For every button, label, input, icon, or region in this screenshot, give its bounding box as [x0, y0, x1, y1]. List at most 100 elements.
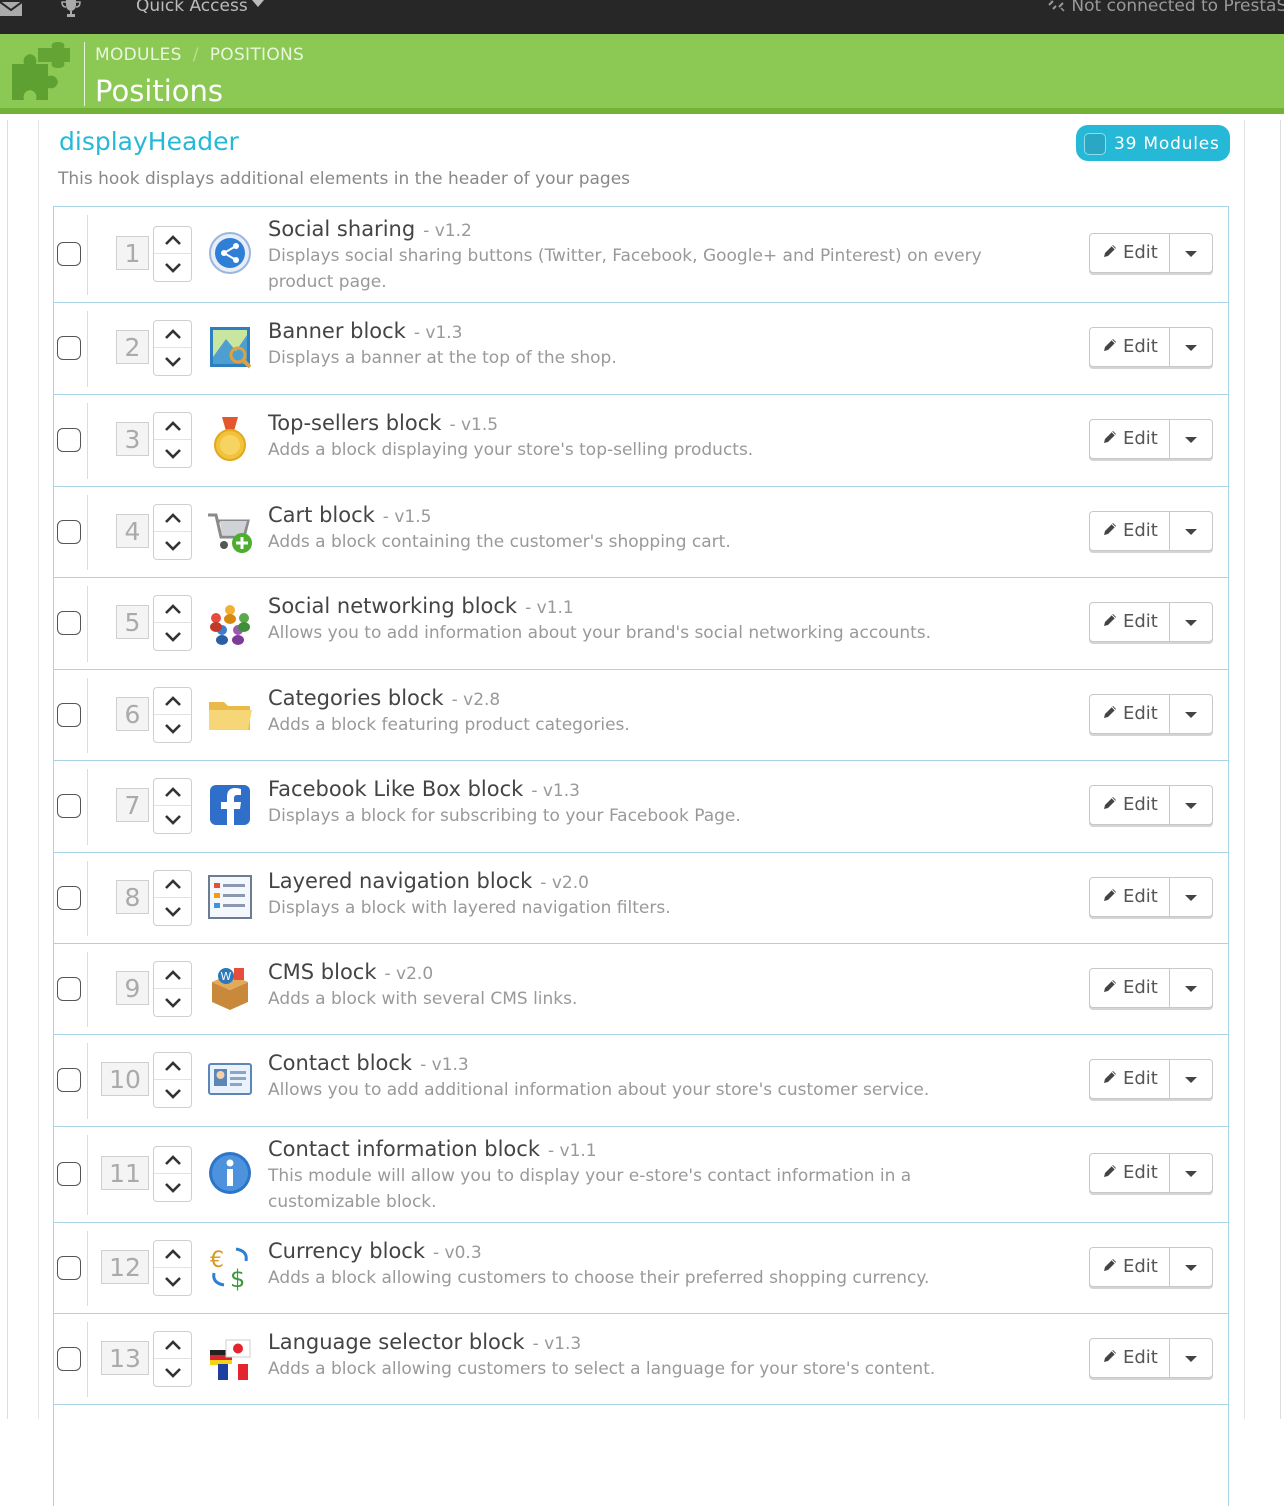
- module-actions: Edit: [1089, 1059, 1213, 1099]
- move-down-button[interactable]: [154, 1174, 191, 1201]
- move-up-button[interactable]: [154, 1053, 191, 1080]
- mail-icon[interactable]: [0, 2, 22, 16]
- select-all-checkbox[interactable]: [1084, 133, 1106, 155]
- move-down-button[interactable]: [154, 1268, 191, 1295]
- move-up-button[interactable]: [154, 962, 191, 989]
- trophy-icon[interactable]: [61, 0, 81, 18]
- edit-button[interactable]: Edit: [1090, 603, 1170, 641]
- module-checkbox[interactable]: [57, 1162, 81, 1186]
- edit-button[interactable]: Edit: [1090, 328, 1170, 366]
- module-checkbox[interactable]: [57, 428, 81, 452]
- actions-dropdown-button[interactable]: [1171, 1154, 1212, 1192]
- quick-access-menu[interactable]: Quick Access: [136, 0, 264, 16]
- move-down-button[interactable]: [154, 348, 191, 375]
- breadcrumb-modules[interactable]: MODULES: [95, 45, 182, 65]
- position-number: 3: [116, 422, 149, 456]
- edit-button[interactable]: Edit: [1090, 1060, 1170, 1098]
- module-row: 4 Cart block - v1.5 Adds a block containing…: [54, 486, 1228, 577]
- module-checkbox[interactable]: [57, 520, 81, 544]
- move-down-button[interactable]: [154, 806, 191, 833]
- share-icon: [209, 232, 251, 274]
- actions-dropdown-button[interactable]: [1171, 603, 1212, 641]
- module-checkbox[interactable]: [57, 1068, 81, 1092]
- move-down-button[interactable]: [154, 898, 191, 925]
- module-actions: Edit: [1089, 785, 1213, 825]
- move-up-button[interactable]: [154, 1241, 191, 1268]
- actions-dropdown-button[interactable]: [1171, 420, 1212, 458]
- actions-dropdown-button[interactable]: [1171, 512, 1212, 550]
- edit-button[interactable]: Edit: [1090, 878, 1170, 916]
- module-name: Language selector block - v1.3: [268, 1330, 581, 1354]
- row-separator: [87, 952, 88, 1027]
- caret-down-icon: [1185, 986, 1197, 992]
- module-checkbox[interactable]: [57, 794, 81, 818]
- module-checkbox[interactable]: [57, 886, 81, 910]
- module-checkbox[interactable]: [57, 977, 81, 1001]
- position-number: 1: [116, 236, 149, 270]
- module-row: [54, 1404, 1228, 1434]
- module-version: - v1.3: [532, 1334, 582, 1354]
- actions-dropdown-button[interactable]: [1171, 234, 1212, 272]
- edit-button[interactable]: Edit: [1090, 512, 1170, 550]
- move-up-button[interactable]: [154, 596, 191, 623]
- actions-dropdown-button[interactable]: [1171, 969, 1212, 1007]
- module-name-text: Facebook Like Box block: [268, 777, 524, 801]
- edit-button[interactable]: Edit: [1090, 786, 1170, 824]
- move-down-button[interactable]: [154, 1359, 191, 1386]
- move-up-button[interactable]: [154, 688, 191, 715]
- module-row: 1 Social sharing - v1.2 Displays social sha…: [54, 206, 1228, 302]
- module-name-text: Contact information block: [268, 1137, 540, 1161]
- edit-button[interactable]: Edit: [1090, 420, 1170, 458]
- position-arrows: [153, 1331, 192, 1387]
- module-actions: Edit: [1089, 602, 1213, 642]
- actions-dropdown-button[interactable]: [1171, 695, 1212, 733]
- actions-dropdown-button[interactable]: [1171, 1248, 1212, 1286]
- actions-dropdown-button[interactable]: [1171, 1339, 1212, 1377]
- move-up-button[interactable]: [154, 413, 191, 440]
- chevron-up-icon: [164, 1155, 181, 1165]
- module-description: Allows you to add additional information…: [268, 1080, 930, 1100]
- move-down-button[interactable]: [154, 1080, 191, 1107]
- move-up-button[interactable]: [154, 1147, 191, 1174]
- move-down-button[interactable]: [154, 715, 191, 742]
- actions-dropdown-button[interactable]: [1171, 1060, 1212, 1098]
- move-down-button[interactable]: [154, 623, 191, 650]
- actions-dropdown-button[interactable]: [1171, 328, 1212, 366]
- move-down-button[interactable]: [154, 532, 191, 559]
- edit-button[interactable]: Edit: [1090, 695, 1170, 733]
- move-down-button[interactable]: [154, 254, 191, 281]
- move-up-button[interactable]: [154, 1332, 191, 1359]
- move-up-button[interactable]: [154, 227, 191, 254]
- pencil-icon: [1104, 1165, 1116, 1177]
- edit-button[interactable]: Edit: [1090, 1248, 1170, 1286]
- actions-dropdown-button[interactable]: [1171, 878, 1212, 916]
- edit-button[interactable]: Edit: [1090, 234, 1170, 272]
- row-separator: [87, 215, 88, 295]
- move-up-button[interactable]: [154, 321, 191, 348]
- position-arrows: [153, 870, 192, 926]
- module-checkbox[interactable]: [57, 703, 81, 727]
- move-up-button[interactable]: [154, 505, 191, 532]
- module-checkbox[interactable]: [57, 336, 81, 360]
- module-count-badge[interactable]: 39 Modules: [1076, 125, 1230, 161]
- chevron-down-icon: [164, 906, 181, 917]
- module-checkbox[interactable]: [57, 1347, 81, 1371]
- actions-dropdown-button[interactable]: [1171, 786, 1212, 824]
- edit-button[interactable]: Edit: [1090, 1154, 1170, 1192]
- position-number: 8: [116, 880, 149, 914]
- move-down-button[interactable]: [154, 989, 191, 1016]
- position-number: 2: [116, 330, 149, 364]
- move-up-button[interactable]: [154, 779, 191, 806]
- move-down-button[interactable]: [154, 440, 191, 467]
- module-checkbox[interactable]: [57, 242, 81, 266]
- module-actions: Edit: [1089, 1247, 1213, 1287]
- edit-button[interactable]: Edit: [1090, 1339, 1170, 1377]
- module-checkbox[interactable]: [57, 1256, 81, 1280]
- module-row: 3 Top-sellers block - v1.5 Adds a block dis…: [54, 394, 1228, 486]
- move-up-button[interactable]: [154, 871, 191, 898]
- module-checkbox[interactable]: [57, 611, 81, 635]
- breadcrumb-positions[interactable]: POSITIONS: [210, 45, 304, 65]
- module-version: - v1.2: [423, 221, 472, 241]
- edit-button[interactable]: Edit: [1090, 969, 1170, 1007]
- caret-down-icon: [1185, 712, 1197, 718]
